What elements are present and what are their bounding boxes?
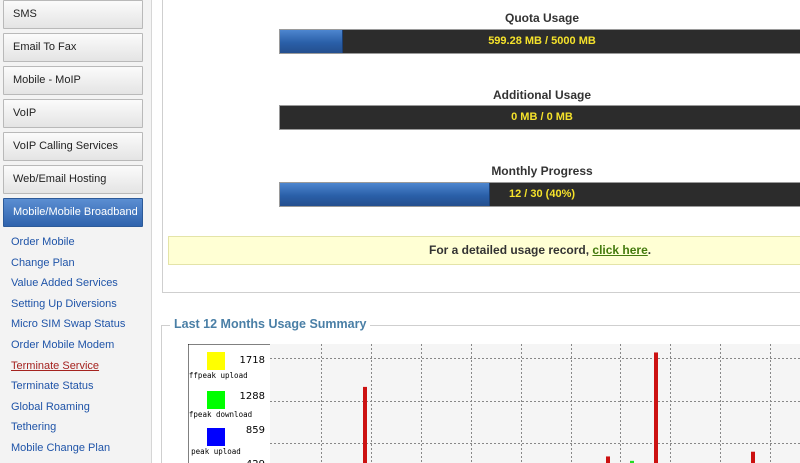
- menu-mobile-broadband[interactable]: Mobile/Mobile Broadband: [3, 198, 143, 227]
- additional-usage-label: Additional Usage: [492, 88, 591, 102]
- usage-summary-title: Last 12 Months Usage Summary: [170, 317, 371, 331]
- legend-label-0: offpeak upload: [188, 371, 248, 380]
- additional-usage-text: 0 MB / 0 MB: [511, 111, 573, 123]
- legend-swatch-2: [207, 428, 225, 446]
- link-order-mobile-modem[interactable]: Order Mobile Modem: [11, 339, 114, 351]
- menu-email-to-fax[interactable]: Email To Fax: [3, 33, 143, 62]
- link-order-mobile[interactable]: Order Mobile: [11, 236, 75, 248]
- link-micro-sim-swap-status[interactable]: Micro SIM Swap Status: [11, 318, 125, 330]
- y-tick-label-0: 1718: [240, 355, 265, 366]
- notice-suffix: .: [647, 243, 652, 257]
- menu-voip-calling-services[interactable]: VoIP Calling Services: [3, 132, 143, 161]
- sidebar: SMS Email To Fax Mobile - MoIP VoIP VoIP…: [0, 0, 152, 463]
- click-here-link[interactable]: click here: [592, 243, 647, 257]
- detailed-usage-notice: For a detailed usage record, click here.: [168, 236, 800, 265]
- monthly-progress-text: 12 / 30 (40%): [508, 188, 576, 200]
- link-terminate-status[interactable]: Terminate Status: [11, 380, 94, 392]
- legend-swatch-0: [207, 352, 225, 370]
- link-tethering[interactable]: Tethering: [11, 421, 56, 433]
- bar-4: [654, 352, 658, 463]
- link-change-plan[interactable]: Change Plan: [11, 257, 75, 269]
- menu-sms[interactable]: SMS: [3, 0, 143, 29]
- menu-web-email-hosting[interactable]: Web/Email Hosting: [3, 165, 143, 194]
- link-setting-up-diversions[interactable]: Setting Up Diversions: [11, 298, 117, 310]
- bar-5: [751, 451, 755, 463]
- notice-text: For a detailed usage record,: [429, 243, 593, 257]
- link-value-added-services[interactable]: Value Added Services: [11, 277, 118, 289]
- quota-usage-text: 599.28 MB / 5000 MB: [488, 35, 596, 47]
- menu-voip[interactable]: VoIP: [3, 99, 143, 128]
- link-mobile-change-plan[interactable]: Mobile Change Plan: [11, 442, 110, 454]
- bar-0: [363, 386, 367, 463]
- y-tick-label-3: 429: [246, 459, 265, 463]
- additional-usage-bar: 0 MB / 0 MB: [279, 105, 800, 130]
- legend-label-1: offpeak download: [188, 410, 252, 419]
- monthly-progress-bar: 12 / 30 (40%): [279, 182, 800, 207]
- legend-swatch-1: [207, 391, 225, 409]
- monthly-progress-label: Monthly Progress: [491, 164, 593, 178]
- link-global-roaming[interactable]: Global Roaming: [11, 401, 90, 413]
- quota-usage-label: Quota Usage: [504, 11, 579, 25]
- bar-2: [606, 456, 610, 463]
- y-tick-label-2: 859: [246, 425, 265, 436]
- y-tick-label-1: 1288: [240, 391, 265, 402]
- usage-chart: offpeak upload offpeak download peak uploa…: [188, 344, 800, 463]
- menu-mobile-moip[interactable]: Mobile - MoIP: [3, 66, 143, 95]
- link-terminate-service[interactable]: Terminate Service: [11, 360, 99, 372]
- quota-usage-bar: 599.28 MB / 5000 MB: [279, 29, 800, 54]
- legend-label-2: peak upload: [191, 447, 241, 456]
